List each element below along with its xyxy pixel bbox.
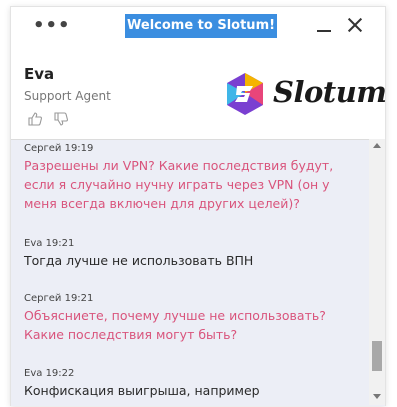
message-list[interactable]: Сергей 19:19 Разрешены ли VPN? Какие пос…	[11, 139, 385, 406]
message-author: Eva	[24, 238, 43, 249]
message-scrollbar[interactable]	[369, 139, 385, 405]
message: Сергей 19:19 Разрешены ли VPN? Какие пос…	[24, 142, 364, 213]
message-meta: Eva 19:21	[24, 237, 364, 251]
message-text: Разрешены ли VPN? Какие последствия буду…	[24, 158, 334, 211]
message: Eva 19:22 Конфискация выигрыша, например	[24, 367, 364, 400]
chat-window: ••• Welcome to Slotum! Eva Support Agent…	[10, 6, 387, 406]
scroll-up-icon[interactable]	[373, 143, 381, 148]
close-button[interactable]	[343, 13, 367, 37]
agent-name: Eva	[24, 65, 55, 83]
slotum-logo-mark	[227, 73, 263, 115]
slotum-logo: Slotum	[223, 69, 387, 119]
message-text: Тогда лучше не использовать ВПН	[24, 253, 254, 268]
message-author: Eva	[24, 368, 43, 379]
scrollbar-thumb[interactable]	[372, 341, 382, 371]
minimize-button[interactable]	[315, 15, 335, 39]
message-time: 19:22	[45, 368, 75, 379]
message-meta: Eva 19:22	[24, 367, 364, 381]
message-time: 19:21	[45, 238, 75, 249]
scroll-down-icon[interactable]	[373, 394, 381, 399]
window-title: Welcome to Slotum!	[125, 14, 278, 38]
title-bar: ••• Welcome to Slotum!	[11, 7, 385, 49]
message: Сергей 19:21 Объясниете, почему лучше не…	[24, 292, 364, 344]
message-meta: Сергей 19:21	[24, 292, 364, 306]
message-author: Сергей	[24, 143, 62, 154]
message-text: Объясниете, почему лучше не использовать…	[24, 308, 326, 342]
agent-role: Support Agent	[24, 89, 111, 103]
message-time: 19:21	[64, 293, 94, 304]
thumbs-down-icon[interactable]	[53, 111, 69, 127]
message-text: Конфискация выигрыша, например	[24, 383, 260, 398]
message-meta: Сергей 19:19	[24, 142, 364, 156]
rating-controls	[27, 111, 74, 131]
logo-text: Slotum	[273, 75, 387, 109]
message: Eva 19:21 Тогда лучше не использовать ВП…	[24, 237, 364, 270]
more-dots-icon[interactable]: •••	[33, 15, 71, 36]
message-author: Сергей	[24, 293, 62, 304]
thumbs-up-icon[interactable]	[27, 111, 43, 127]
message-time: 19:19	[64, 143, 94, 154]
